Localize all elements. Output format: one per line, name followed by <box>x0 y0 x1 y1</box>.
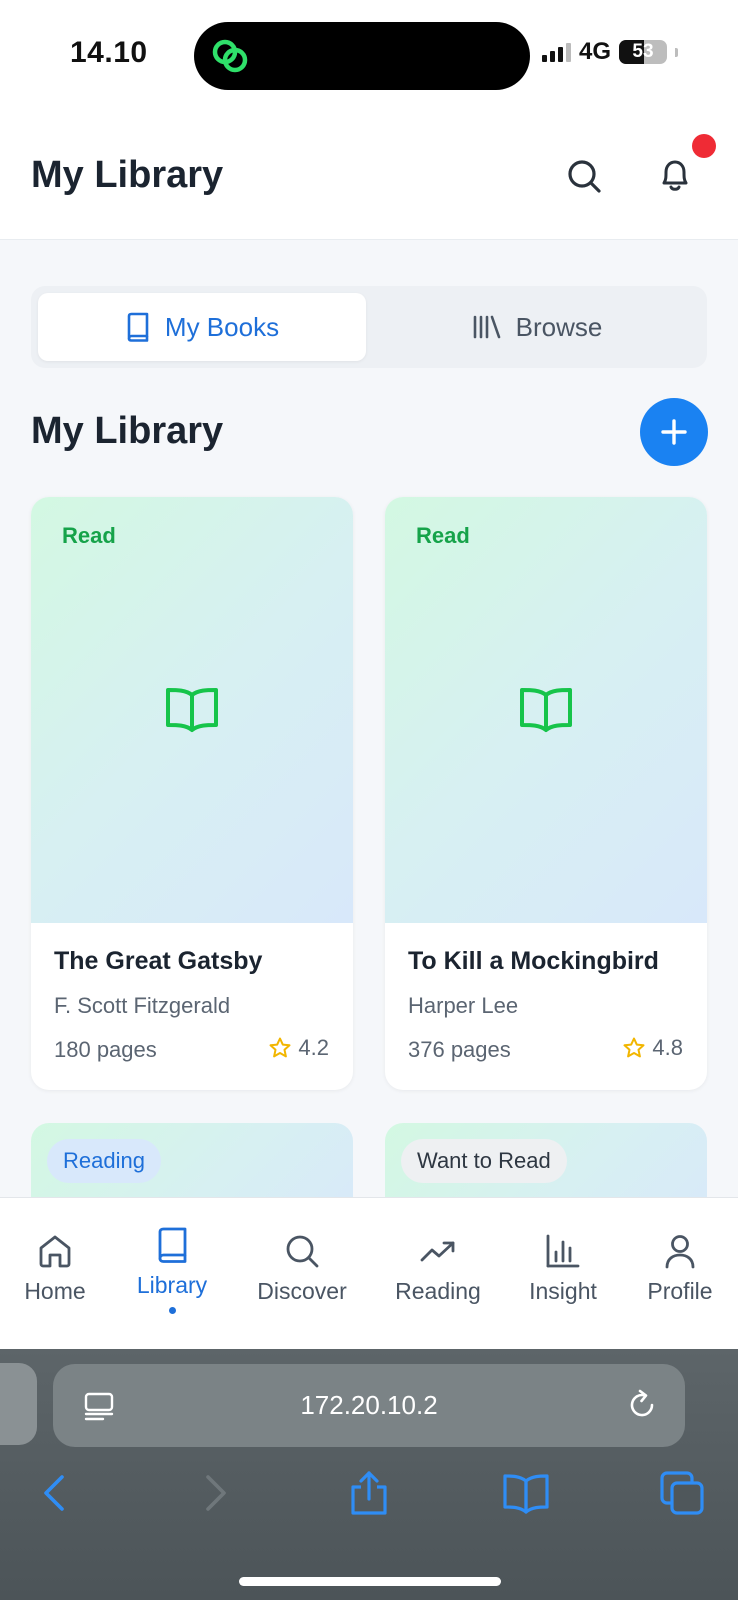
book-author: F. Scott Fitzgerald <box>54 993 231 1018</box>
app-header: My Library <box>0 110 738 240</box>
nav-reading[interactable]: Reading <box>388 1198 488 1350</box>
open-book-icon <box>166 688 218 732</box>
book-icon <box>158 1227 187 1263</box>
user-icon <box>665 1235 695 1269</box>
book-cover: Read <box>31 497 353 923</box>
book-author: Harper Lee <box>408 993 519 1018</box>
nav-profile-label: Profile <box>647 1278 713 1304</box>
search-icon[interactable] <box>564 156 604 196</box>
link-activity-icon <box>212 39 248 73</box>
status-time: 14.10 <box>70 36 148 69</box>
nav-insight[interactable]: Insight <box>516 1198 610 1350</box>
address-bar[interactable]: 172.20.10.2 <box>53 1364 685 1447</box>
browser-toolbar: 172.20.10.2 <box>0 1349 738 1600</box>
previous-tab-preview[interactable] <box>0 1363 37 1445</box>
plus-icon <box>661 419 687 445</box>
book-status: Read <box>62 523 116 548</box>
active-indicator-dot <box>168 1307 176 1314</box>
book-status: Read <box>416 523 470 548</box>
book-status-badge: Reading <box>47 1139 161 1183</box>
tab-browse-label: Browse <box>515 311 603 342</box>
book-card[interactable]: Read To Kill a Mockingbird Harper Lee 37… <box>385 497 707 1090</box>
add-book-button[interactable] <box>640 398 708 466</box>
nav-library-label: Library <box>136 1272 208 1298</box>
share-icon[interactable] <box>345 1469 393 1517</box>
book-title: The Great Gatsby <box>54 947 263 975</box>
battery-cap <box>675 47 678 57</box>
nav-library[interactable]: Library <box>122 1198 222 1350</box>
tab-my-books-label: My Books <box>164 311 280 342</box>
nav-reading-label: Reading <box>395 1278 481 1304</box>
book-cover: Read <box>385 497 707 923</box>
book-card[interactable]: Read The Great Gatsby F. Scott Fitzgeral… <box>31 497 353 1090</box>
book-rating: 4.8 <box>622 1035 683 1061</box>
page-title: My Library <box>31 154 224 196</box>
back-icon[interactable] <box>32 1469 80 1517</box>
open-book-icon <box>520 688 572 732</box>
tab-browse[interactable]: Browse <box>374 293 700 361</box>
bookmarks-icon[interactable] <box>502 1469 550 1517</box>
book-rating-value: 4.8 <box>652 1035 683 1060</box>
nav-home[interactable]: Home <box>14 1198 96 1350</box>
dynamic-island <box>194 22 530 90</box>
tabs-icon[interactable] <box>658 1469 706 1517</box>
star-icon <box>623 1037 645 1058</box>
book-title: To Kill a Mockingbird <box>408 947 659 975</box>
search-icon <box>286 1235 319 1268</box>
signal-icon <box>541 42 571 62</box>
nav-home-label: Home <box>24 1278 86 1304</box>
nav-discover[interactable]: Discover <box>248 1198 356 1350</box>
network-type: 4G <box>578 38 611 65</box>
section-title: My Library <box>31 410 224 452</box>
battery-level: 53 <box>632 41 654 62</box>
battery-icon: 53 <box>619 40 667 64</box>
bottom-nav: Home Library Discover Reading Insight Pr… <box>0 1197 738 1349</box>
home-icon <box>39 1235 71 1268</box>
star-icon <box>269 1037 291 1058</box>
book-status-badge: Want to Read <box>401 1139 567 1183</box>
bar-chart-icon <box>546 1234 580 1268</box>
status-bar: 14.10 4G 53 <box>0 0 738 110</box>
notification-badge <box>692 134 716 158</box>
book-icon <box>127 312 149 342</box>
book-pages: 376 pages <box>408 1037 511 1062</box>
tab-my-books[interactable]: My Books <box>38 293 366 361</box>
view-switcher: My Books Browse <box>31 286 707 368</box>
book-pages: 180 pages <box>54 1037 157 1062</box>
forward-icon[interactable] <box>190 1469 238 1517</box>
book-rating: 4.2 <box>268 1035 329 1061</box>
nav-insight-label: Insight <box>529 1278 597 1304</box>
nav-profile[interactable]: Profile <box>640 1198 720 1350</box>
library-shelf-icon <box>473 315 500 339</box>
book-rating-value: 4.2 <box>298 1035 329 1060</box>
status-indicators: 4G 53 <box>541 38 678 66</box>
home-indicator <box>239 1577 501 1586</box>
reload-icon[interactable] <box>625 1388 659 1422</box>
url-text: 172.20.10.2 <box>300 1390 438 1420</box>
nav-discover-label: Discover <box>257 1278 347 1304</box>
trending-up-icon <box>420 1241 455 1262</box>
bell-icon[interactable] <box>654 154 696 196</box>
